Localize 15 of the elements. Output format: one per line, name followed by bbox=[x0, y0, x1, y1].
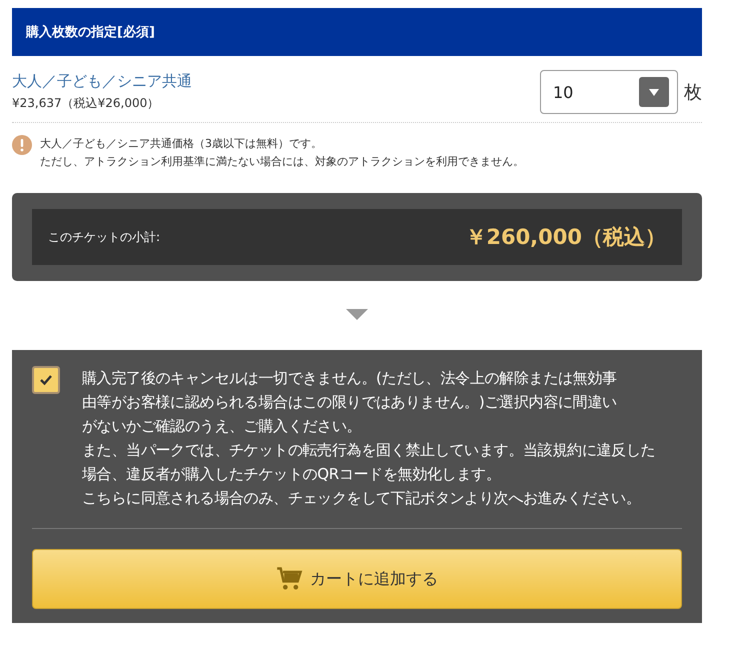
ticket-name: 大人／子ども／シニア共通 bbox=[12, 72, 192, 91]
add-to-cart-button[interactable]: カートに追加する bbox=[32, 549, 682, 609]
check-icon bbox=[39, 374, 53, 386]
section-title: 購入枚数の指定[必須] bbox=[12, 8, 702, 56]
terms-text: 購入完了後のキャンセルは一切できません。(ただし、法令上の解除または無効事 由等がお客様に認められる場合はこの限りではありません。)ご選択内容に間違い がないかご確認のうえ、ご購入ください。 また、当パークでは、チケットの転売行為を固く禁止しています。当該規約に違反した 場合、違反者が購入したチケットのQRコードを無効化します。 こちらに同意される場合のみ、チェックをして下記ボタンより次へお進みください。 bbox=[82, 368, 656, 509]
warning-icon bbox=[12, 135, 32, 155]
notice-text: 大人／子ども／シニア共通価格（3歳以下は無料）です。 ただし、アトラクション利用基準に満たない場合には、対象のアトラクションを利用できません。 bbox=[40, 136, 524, 170]
subtotal-amount: ￥260,000（税込） bbox=[465, 224, 666, 251]
unit-label: 枚 bbox=[684, 81, 702, 104]
subtotal-label: このチケットの小計: bbox=[48, 228, 160, 246]
quantity-select[interactable]: 10 bbox=[540, 70, 678, 114]
agree-checkbox[interactable] bbox=[32, 366, 60, 394]
down-arrow-icon bbox=[346, 309, 368, 320]
ticket-price: ¥23,637（税込¥26,000） bbox=[12, 95, 160, 112]
caret-icon bbox=[639, 77, 669, 107]
